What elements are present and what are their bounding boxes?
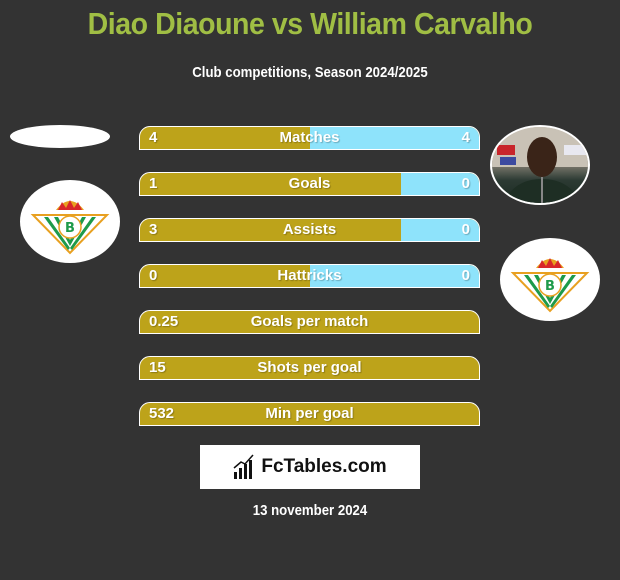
stat-row-min-per-goal: 532 Min per goal — [139, 402, 480, 426]
stat-row-goals-per-match: 0.25 Goals per match — [139, 310, 480, 334]
left-player-photo-placeholder — [10, 125, 110, 148]
right-value: 0 — [461, 175, 470, 192]
svg-text:B: B — [65, 221, 75, 236]
stat-label: Shots per goal — [257, 359, 362, 376]
right-club-badge: B — [500, 238, 600, 321]
fctables-logo[interactable]: FcTables.com — [200, 445, 420, 489]
right-value: 0 — [461, 267, 470, 284]
stat-label: Min per goal — [265, 405, 354, 422]
player-portrait-icon — [492, 127, 588, 203]
brand-name: FcTables.com — [261, 456, 387, 477]
stat-label: Assists — [282, 221, 337, 238]
right-value: 0 — [461, 221, 470, 238]
page-title: Diao Diaoune vs William Carvalho — [87, 6, 533, 41]
real-betis-crest-icon: B — [30, 200, 110, 255]
stat-row-hattricks: 0 Hattricks 0 — [139, 264, 480, 288]
stat-label: Matches — [279, 129, 340, 146]
stat-label: Goals per match — [250, 313, 369, 330]
stat-row-matches: 4 Matches 4 — [139, 126, 480, 150]
real-betis-crest-icon: B — [510, 258, 590, 313]
right-player-photo — [490, 125, 590, 205]
stat-row-assists: 3 Assists 0 — [139, 218, 480, 242]
right-value: 4 — [461, 129, 470, 146]
left-club-badge: B — [20, 180, 120, 263]
date-label: 13 november 2024 — [252, 502, 368, 519]
stat-row-goals: 1 Goals 0 — [139, 172, 480, 196]
stat-row-shots-per-goal: 15 Shots per goal — [139, 356, 480, 380]
stat-label: Hattricks — [277, 267, 342, 284]
stat-label: Goals — [288, 175, 331, 192]
bar-chart-icon — [233, 454, 254, 479]
page-subtitle: Club competitions, Season 2024/2025 — [192, 64, 428, 81]
svg-text:B: B — [545, 279, 555, 294]
